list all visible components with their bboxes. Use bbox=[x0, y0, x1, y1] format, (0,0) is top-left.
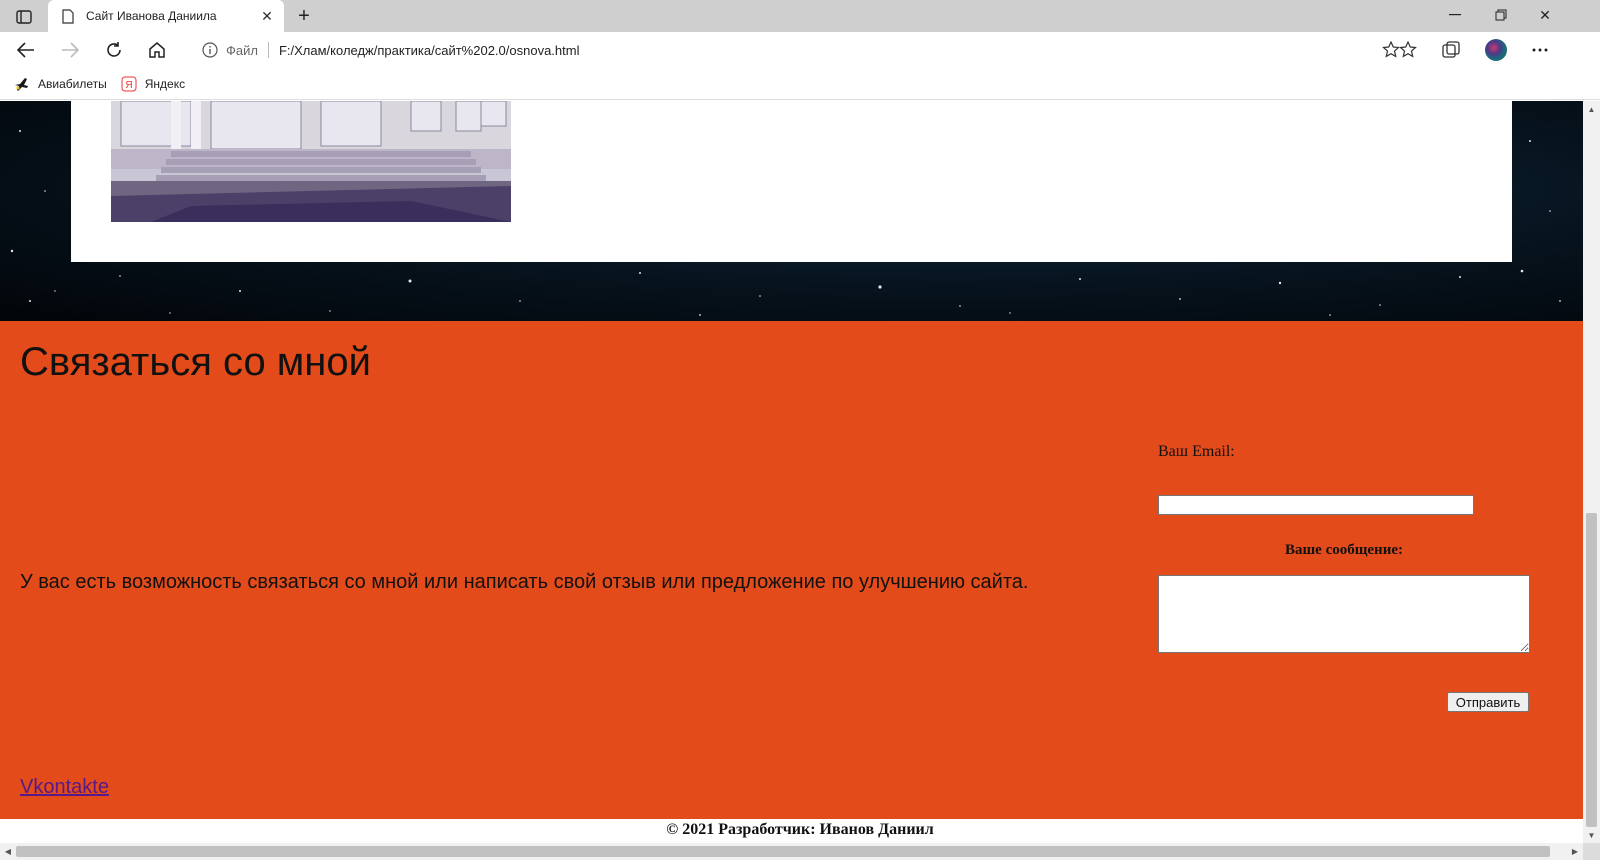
info-icon[interactable] bbox=[202, 42, 218, 58]
plane-icon bbox=[14, 76, 30, 92]
page-footer: © 2021 Разработчик: Иванов Даниил bbox=[0, 819, 1583, 843]
yandex-icon: Я bbox=[121, 76, 137, 92]
new-tab-button[interactable]: + bbox=[292, 4, 316, 28]
tab-strip: Сайт Иванова Даниила ✕ + ✕ bbox=[0, 0, 1600, 32]
bookmark-yandex[interactable]: Я Яндекс bbox=[121, 76, 185, 92]
horizontal-scrollbar[interactable]: ◀ ▶ bbox=[0, 843, 1583, 860]
address-separator bbox=[267, 42, 269, 58]
vkontakte-link[interactable]: Vkontakte bbox=[20, 776, 109, 799]
bookmarks-bar: Авиабилеты Я Яндекс bbox=[0, 68, 1600, 100]
space-background bbox=[0, 101, 1583, 321]
favorites-icon[interactable] bbox=[1394, 36, 1422, 64]
college-photo bbox=[111, 101, 511, 222]
submit-button[interactable]: Отправить bbox=[1447, 692, 1529, 712]
page-viewport: Связаться со мной У вас есть возможность… bbox=[0, 101, 1583, 843]
content-card bbox=[71, 101, 1512, 262]
tab-title: Сайт Иванова Даниила bbox=[86, 9, 217, 23]
email-field[interactable] bbox=[1158, 495, 1474, 515]
close-tab-icon[interactable]: ✕ bbox=[258, 7, 276, 25]
scroll-up-icon[interactable]: ▲ bbox=[1583, 101, 1600, 117]
home-icon[interactable] bbox=[143, 36, 171, 64]
active-tab[interactable]: Сайт Иванова Даниила ✕ bbox=[48, 0, 284, 32]
scrollbar-corner bbox=[1583, 843, 1600, 860]
contact-heading: Связаться со мной bbox=[20, 340, 371, 384]
bookmark-label: Яндекс bbox=[144, 76, 186, 91]
contact-description: У вас есть возможность связаться со мной… bbox=[20, 571, 1029, 593]
tab-actions-icon[interactable] bbox=[10, 6, 38, 28]
scroll-left-icon[interactable]: ◀ bbox=[0, 843, 16, 860]
collections-icon[interactable] bbox=[1437, 36, 1465, 64]
back-icon[interactable] bbox=[12, 36, 40, 64]
vertical-scroll-thumb[interactable] bbox=[1586, 513, 1597, 827]
bookmark-aviabilety[interactable]: Авиабилеты bbox=[14, 76, 107, 92]
scroll-down-icon[interactable]: ▼ bbox=[1583, 827, 1600, 843]
forward-icon[interactable] bbox=[56, 36, 84, 64]
message-label: Ваше сообщение: bbox=[1285, 542, 1403, 558]
contact-form: Ваш Email: Ваше сообщение: Отправить bbox=[1158, 321, 1538, 819]
more-options-icon[interactable] bbox=[1526, 36, 1554, 64]
close-window-icon[interactable]: ✕ bbox=[1522, 0, 1568, 30]
profile-avatar[interactable] bbox=[1482, 36, 1510, 64]
message-textarea[interactable] bbox=[1158, 575, 1530, 653]
navigation-bar: Файл F:/Хлам/коледж/практика/сайт%202.0/… bbox=[0, 32, 1600, 68]
email-label: Ваш Email: bbox=[1158, 443, 1235, 460]
bookmark-label: Авиабилеты bbox=[38, 76, 107, 91]
restore-icon[interactable] bbox=[1478, 0, 1524, 30]
scroll-right-icon[interactable]: ▶ bbox=[1567, 843, 1583, 860]
reload-icon[interactable] bbox=[100, 36, 128, 64]
page-icon bbox=[60, 8, 76, 24]
vertical-scrollbar[interactable]: ▲ ▼ bbox=[1583, 101, 1600, 843]
copyright-text: © 2021 Разработчик: Иванов Даниил bbox=[666, 821, 934, 838]
url-text[interactable]: F:/Хлам/коледж/практика/сайт%202.0/osnov… bbox=[279, 43, 580, 58]
contact-section: Связаться со мной У вас есть возможность… bbox=[0, 321, 1583, 819]
minimize-icon[interactable] bbox=[1432, 0, 1478, 30]
svg-text:Я: Я bbox=[125, 80, 132, 91]
protocol-label: Файл bbox=[226, 42, 258, 58]
address-bar[interactable]: Файл F:/Хлам/коледж/практика/сайт%202.0/… bbox=[188, 34, 1410, 66]
horizontal-scroll-thumb[interactable] bbox=[16, 846, 1550, 857]
